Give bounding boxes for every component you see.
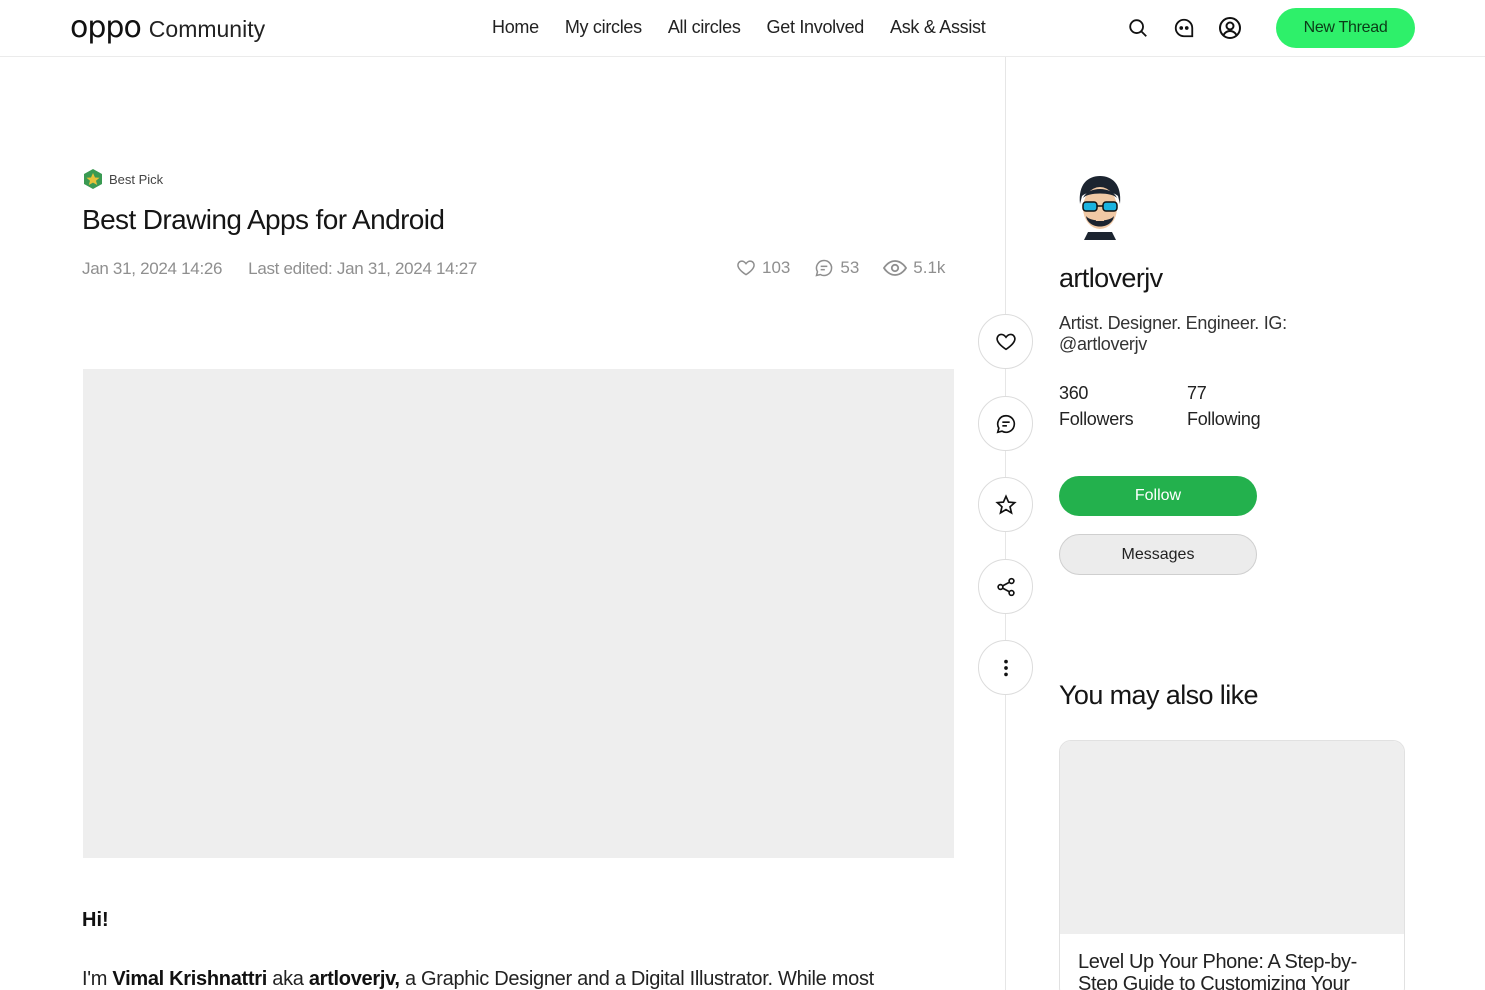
nav-home[interactable]: Home: [492, 17, 539, 38]
recommendations-heading: You may also like: [1059, 680, 1259, 710]
best-pick-badge: Best Pick: [83, 168, 163, 190]
avatar-illustration: [1079, 176, 1121, 240]
intro-text-2: aka: [266, 968, 309, 990]
account-icon[interactable]: [1218, 16, 1242, 40]
heart-icon: [737, 260, 755, 276]
main-nav: Home My circles All circles Get Involved…: [492, 17, 986, 38]
logo-community: Community: [148, 16, 266, 42]
followers-label: Followers: [1059, 409, 1134, 429]
top-header: oppo Community Home My circles All circl…: [0, 0, 1485, 57]
card-image-placeholder: [1060, 741, 1404, 934]
author-bio: Artist. Designer. Engineer. IG: @artlove…: [1059, 313, 1287, 354]
new-thread-button[interactable]: New Thread: [1276, 8, 1415, 48]
recommendation-card[interactable]: Level Up Your Phone: A Step-by-Step Guid…: [1059, 740, 1405, 990]
like-action-button[interactable]: [978, 314, 1033, 369]
follow-button[interactable]: Follow: [1059, 476, 1257, 516]
comments-count: 53: [840, 258, 860, 277]
post-meta: Jan 31, 2024 14:26 Last edited: Jan 31, …: [82, 259, 477, 279]
author-username[interactable]: artloverjv: [1059, 263, 1163, 294]
more-vertical-icon: [1003, 659, 1008, 676]
following-stat[interactable]: 77 Following: [1187, 380, 1261, 432]
hero-image-placeholder: [83, 369, 954, 858]
following-label: Following: [1187, 409, 1261, 429]
author-avatar[interactable]: [1068, 170, 1132, 240]
search-icon[interactable]: [1126, 16, 1150, 40]
eye-icon: [883, 260, 908, 276]
intro-text-3: a Graphic Designer and a Digital Illustr…: [399, 968, 874, 990]
intro-author-name: Vimal Krishnattri: [112, 968, 267, 990]
messages-button[interactable]: Messages: [1059, 534, 1257, 575]
followers-count: 360: [1059, 383, 1089, 403]
nav-ask-assist[interactable]: Ask & Assist: [890, 17, 986, 38]
likes-count: 103: [762, 258, 791, 277]
share-icon: [996, 577, 1015, 596]
card-title[interactable]: Level Up Your Phone: A Step-by-Step Guid…: [1060, 934, 1404, 990]
favorite-action-button[interactable]: [978, 477, 1033, 532]
post-date: Jan 31, 2024 14:26: [82, 259, 223, 278]
best-pick-icon: [84, 169, 102, 189]
likes-stat: 103: [736, 258, 790, 278]
comments-stat: 53: [814, 258, 859, 278]
star-icon: [994, 493, 1017, 515]
more-options-button[interactable]: [978, 640, 1033, 695]
intro-text-1: I'm: [82, 968, 113, 990]
share-action-button[interactable]: [978, 559, 1033, 614]
post-intro-paragraph: I'm Vimal Krishnattri aka artloverjv, a …: [82, 968, 874, 990]
logo[interactable]: oppo Community: [70, 10, 266, 45]
comment-icon: [815, 259, 833, 277]
comment-action-button[interactable]: [978, 396, 1033, 451]
views-stat: 5.1k: [883, 258, 945, 278]
nav-all-circles[interactable]: All circles: [668, 17, 741, 38]
comment-icon: [996, 414, 1015, 433]
badge-label: Best Pick: [109, 171, 164, 187]
views-count: 5.1k: [913, 258, 946, 277]
heart-icon: [995, 333, 1016, 350]
post-stats: 103 53 5.1k: [736, 258, 945, 278]
logo-brand: oppo: [70, 10, 142, 45]
chat-bot-icon[interactable]: [1172, 16, 1196, 40]
nav-my-circles[interactable]: My circles: [565, 17, 642, 38]
following-count: 77: [1187, 383, 1207, 403]
post-edited-date: Last edited: Jan 31, 2024 14:27: [248, 259, 478, 278]
post-greeting: Hi!: [82, 909, 109, 931]
followers-stat[interactable]: 360 Followers: [1059, 380, 1134, 432]
post-title: Best Drawing Apps for Android: [82, 204, 445, 235]
intro-author-handle: artloverjv,: [308, 968, 400, 990]
nav-get-involved[interactable]: Get Involved: [767, 17, 865, 38]
